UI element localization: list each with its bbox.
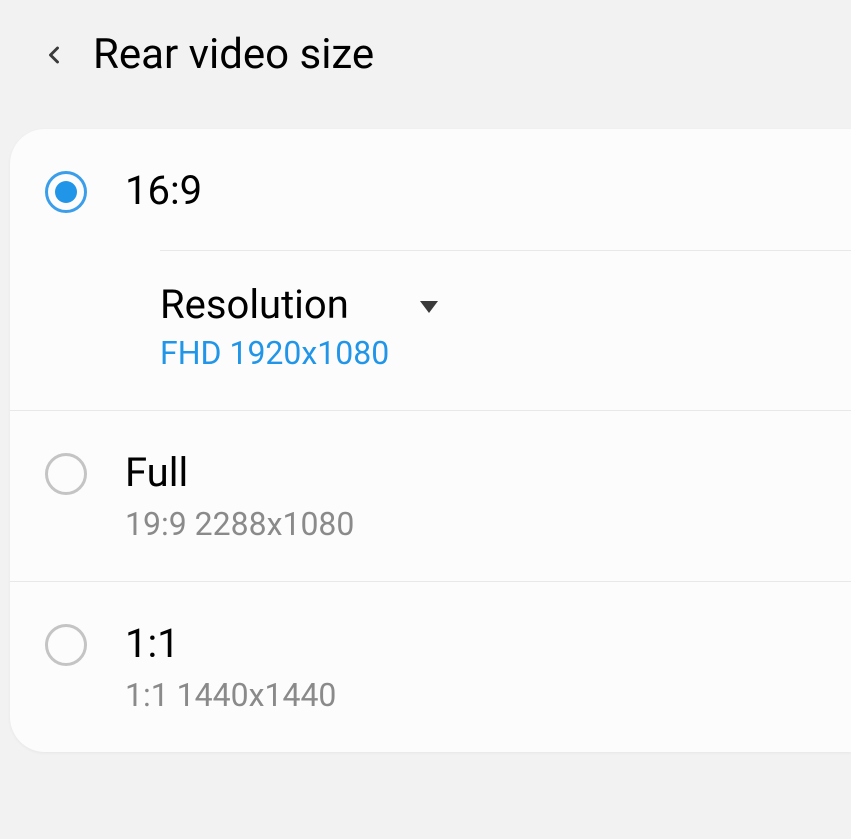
radio-1-1[interactable] — [45, 624, 87, 666]
resolution-value: FHD 1920x1080 — [160, 334, 389, 372]
option-title: Full — [125, 449, 821, 497]
resolution-content: Resolution FHD 1920x1080 — [160, 281, 389, 372]
resolution-dropdown[interactable]: Resolution FHD 1920x1080 — [10, 251, 851, 410]
option-subtitle: 1:1 1440x1440 — [125, 676, 821, 714]
option-content: 1:1 1:1 1440x1440 — [125, 620, 821, 714]
back-icon[interactable] — [40, 41, 68, 69]
option-1-1[interactable]: 1:1 1:1 1440x1440 — [10, 582, 851, 752]
option-subtitle: 19:9 2288x1080 — [125, 505, 821, 543]
page-title: Rear video size — [93, 30, 374, 79]
option-content: 16:9 — [125, 167, 821, 215]
option-full[interactable]: Full 19:9 2288x1080 — [10, 411, 851, 582]
options-card: 16:9 Resolution FHD 1920x1080 Full 19:9 … — [10, 129, 851, 752]
header: Rear video size — [0, 0, 851, 129]
option-16-9[interactable]: 16:9 — [10, 129, 851, 215]
radio-16-9[interactable] — [45, 171, 87, 213]
option-title: 16:9 — [125, 167, 821, 215]
option-title: 1:1 — [125, 620, 821, 668]
chevron-down-icon — [417, 299, 441, 319]
option-content: Full 19:9 2288x1080 — [125, 449, 821, 543]
radio-full[interactable] — [45, 453, 87, 495]
resolution-label: Resolution — [160, 281, 389, 328]
option-16-9-section: 16:9 Resolution FHD 1920x1080 — [10, 129, 851, 411]
